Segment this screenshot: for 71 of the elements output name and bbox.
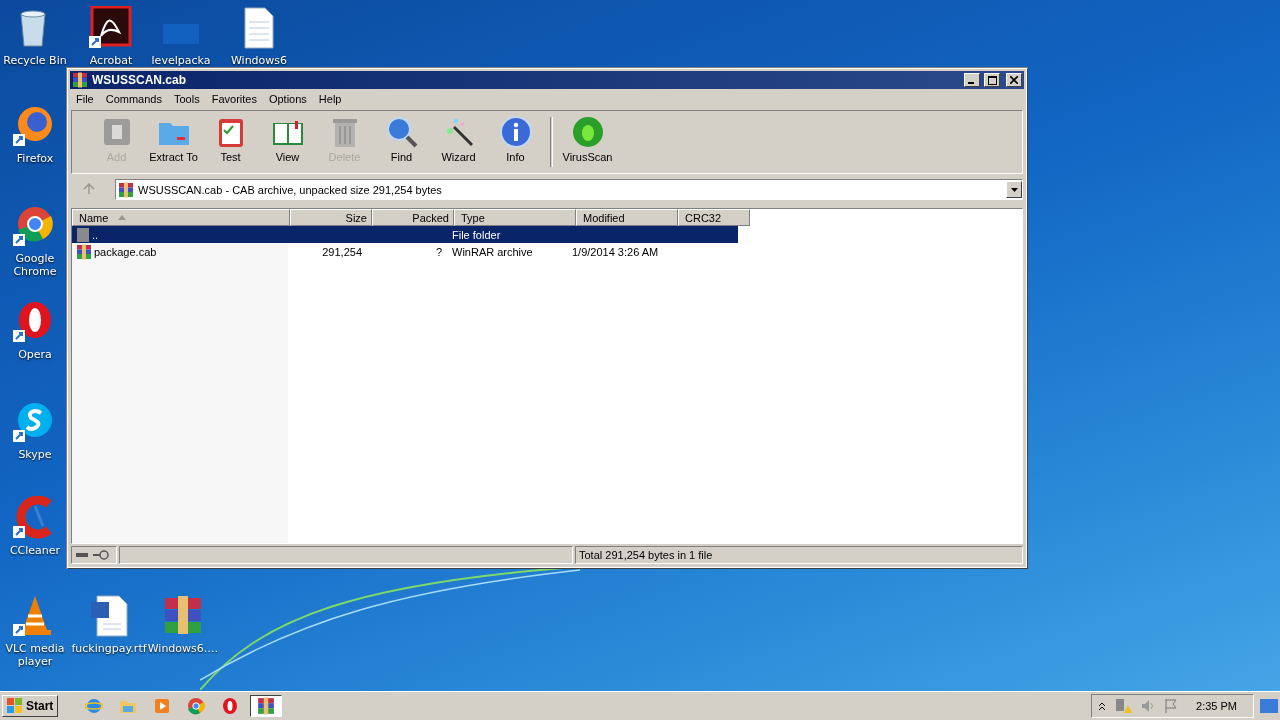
column-header[interactable]: Type: [454, 209, 576, 226]
menu-item[interactable]: File: [70, 93, 100, 105]
column-header[interactable]: Modified: [576, 209, 678, 226]
column-header[interactable]: Size: [290, 209, 372, 226]
toolbar-button[interactable]: Test: [202, 115, 259, 171]
winrar-icon: [257, 697, 276, 715]
play-icon[interactable]: [153, 697, 172, 715]
toolbar-button[interactable]: Info: [487, 115, 544, 171]
drive-key-icon: [75, 550, 109, 560]
folder-icon: [76, 226, 90, 243]
opera-icon[interactable]: [221, 697, 240, 715]
show-desktop-icon[interactable]: [1260, 698, 1278, 714]
taskbar-button[interactable]: [250, 695, 283, 717]
file-row[interactable]: package.cab 291,254 ? WinRAR archive 1/9/2014 3:26 AM: [72, 243, 738, 260]
menu-item[interactable]: Options: [262, 93, 313, 105]
minimize-button[interactable]: [964, 73, 980, 87]
toolbar-button[interactable]: View: [259, 115, 316, 171]
sort-arrow-icon: [118, 215, 127, 220]
winrar-icon: [118, 181, 134, 198]
window-title: WSUSSCAN.cab: [92, 73, 187, 87]
column-header[interactable]: CRC32: [678, 209, 750, 226]
table-cell: 1/9/2014 3:26 AM: [572, 245, 659, 258]
arrow-up-icon: [83, 182, 95, 195]
start-button[interactable]: Start: [2, 695, 59, 717]
menu-item[interactable]: Tools: [168, 93, 206, 105]
column-header[interactable]: Packed: [372, 209, 454, 226]
close-button[interactable]: [1006, 73, 1022, 87]
desktop-icon-label[interactable]: CCleaner: [9, 544, 61, 557]
menu-item[interactable]: Help: [312, 93, 348, 105]
close-icon: [1010, 76, 1018, 84]
file-row[interactable]: .. File folder: [72, 226, 738, 243]
desktop-icon-label[interactable]: Recycle Bin: [3, 54, 67, 67]
menu-item[interactable]: Favorites: [205, 93, 263, 105]
info-icon: [498, 115, 533, 149]
chrome-icon[interactable]: [187, 697, 206, 715]
maximize-button[interactable]: [984, 73, 1000, 87]
desktop-icon-label[interactable]: Opera: [18, 348, 52, 361]
desktop-icon-label[interactable]: Windows6.…: [147, 642, 219, 655]
toolbar-button[interactable]: Extract To: [145, 115, 202, 171]
winrar-icon: [76, 243, 92, 260]
table-cell: ..: [92, 228, 99, 241]
table-cell: ?: [435, 245, 442, 258]
windows-logo-icon: [7, 698, 23, 714]
desktop-icon-label[interactable]: Google Chrome: [2, 252, 68, 278]
desktop-icon-label[interactable]: VLC media player: [2, 642, 68, 668]
desktop-icon-label[interactable]: Windows6: [230, 54, 288, 67]
clock[interactable]: 2:35 PM: [1186, 700, 1247, 712]
address-field[interactable]: WSUSSCAN.cab - CAB archive, unpacked size 291,254 bytes: [115, 179, 1023, 200]
column-header[interactable]: Name: [72, 209, 290, 226]
table-cell: package.cab: [94, 245, 157, 258]
desktop-icon-label[interactable]: Acrobat: [89, 54, 133, 67]
search-icon: [384, 115, 419, 149]
toolbar-button[interactable]: Find: [373, 115, 430, 171]
desktop-icon-label[interactable]: levelpacka: [151, 54, 211, 67]
maximize-icon: [987, 75, 997, 85]
status-text: Total 291,254 bytes in 1 file: [579, 549, 713, 561]
bug-icon: [570, 115, 605, 149]
menu-item[interactable]: Commands: [99, 93, 168, 105]
table-cell: WinRAR archive: [452, 245, 533, 258]
desktop-icon-label[interactable]: fuckingpay.rtf: [71, 642, 147, 655]
toolbar-button[interactable]: VirusScan: [559, 115, 616, 171]
desktop-icon-label[interactable]: Firefox: [16, 152, 54, 165]
acrobat-icon[interactable]: [89, 6, 133, 50]
desktop-icon-label[interactable]: Skype: [18, 448, 52, 461]
toolbar-button[interactable]: Wizard: [430, 115, 487, 171]
table-cell: File folder: [452, 228, 501, 241]
chevron-up-icon[interactable]: [1098, 701, 1107, 711]
table-cell: 291,254: [322, 245, 362, 258]
caret-icon: [1010, 187, 1018, 192]
dropdown-button[interactable]: [1006, 181, 1022, 198]
winrar-icon: [72, 72, 88, 88]
